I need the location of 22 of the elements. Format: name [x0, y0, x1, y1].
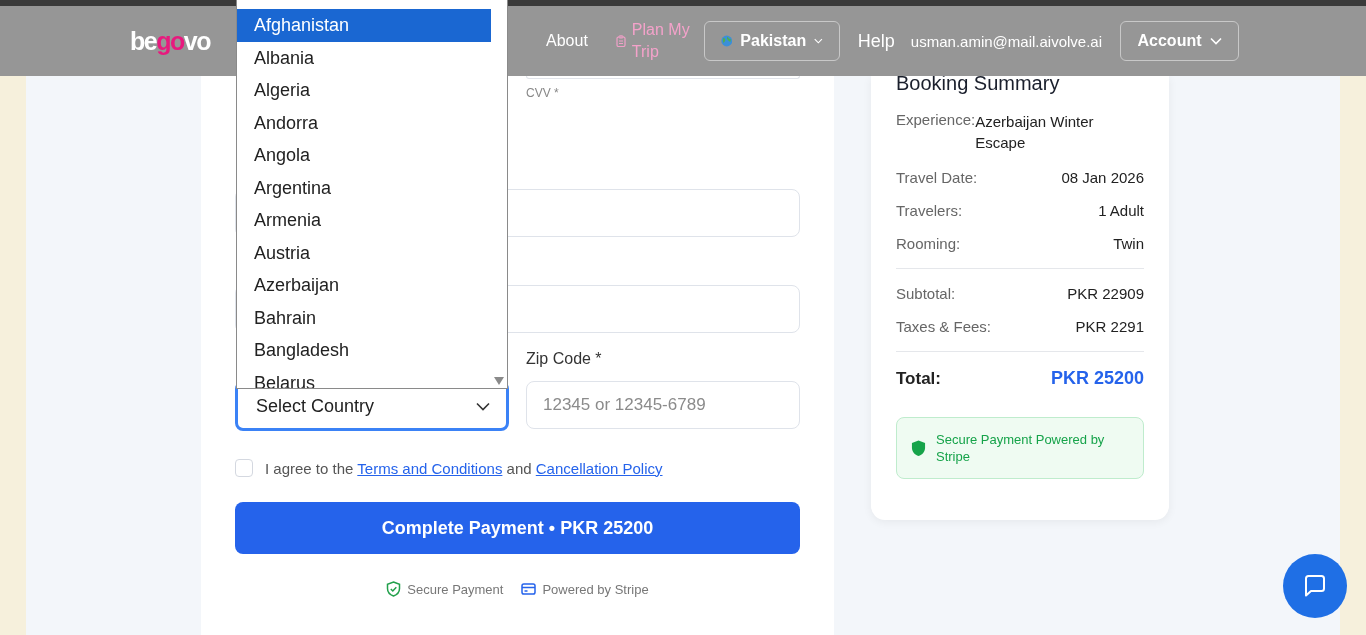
agreement-text: I agree to the Terms and Conditions and Cancellation Policy: [265, 459, 663, 477]
total-amount: PKR 25200: [1050, 368, 1144, 389]
badge-text: Powered by Stripe: [542, 581, 649, 597]
field-label: Zip Code *: [526, 350, 603, 369]
summary-label: Travelers:: [896, 202, 963, 219]
summary-value: 1 Adult: [1098, 202, 1144, 219]
summary-label: Taxes & Fees:: [896, 318, 992, 335]
summary-label: Travel Date:: [896, 169, 978, 186]
notice-text: Secure Payment Powered by Stripe: [936, 431, 1106, 465]
summary-label: Rooming:: [896, 235, 961, 252]
total-label: Total:: [896, 368, 941, 389]
user-email: usman.amin@mail.aivolve.ai: [910, 32, 1102, 50]
summary-value: PKR 22909: [1067, 285, 1144, 302]
summary-value: Twin: [1113, 235, 1144, 252]
summary-title: Booking Summary: [896, 72, 1061, 95]
summary-value: PKR 2291: [1075, 318, 1144, 335]
summary-label: Subtotal:: [896, 285, 956, 302]
summary-label: Experience:: [896, 111, 976, 128]
field-label: CVV *: [526, 86, 560, 100]
summary-value: 08 Jan 2026: [1061, 169, 1144, 186]
summary-value: Azerbaijan Winter Escape: [975, 112, 1095, 153]
badge-text: Secure Payment: [407, 581, 504, 597]
